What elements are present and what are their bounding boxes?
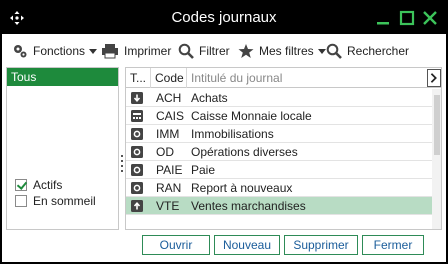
row-label: Opérations diverses (191, 145, 298, 159)
row-code: OD (156, 145, 174, 159)
fonctions-menu[interactable]: Fonctions (12, 41, 98, 61)
gears-icon (14, 45, 27, 58)
table-row[interactable]: RAN Report à nouveaux (126, 179, 432, 197)
checkbox-checked-icon (15, 179, 27, 191)
filter-item-tous[interactable]: Tous (7, 68, 118, 86)
row-label: Paie (191, 163, 216, 177)
column-header-intitule[interactable]: Intitulé du journal (187, 68, 427, 88)
column-header-code[interactable]: Code (151, 68, 187, 88)
chevron-down-icon (89, 48, 98, 54)
chevron-right-icon[interactable] (427, 69, 441, 87)
row-label: Caisse Monnaie locale (191, 109, 312, 123)
minimize-icon[interactable] (375, 10, 391, 26)
imprimer-label: Imprimer (124, 44, 172, 58)
checkbox-unchecked-icon (15, 195, 27, 207)
star-icon (238, 44, 254, 58)
general-journal-icon (131, 128, 143, 140)
sales-arrow-icon (131, 200, 143, 212)
en-sommeil-label: En sommeil (33, 194, 96, 208)
en-sommeil-checkbox[interactable]: En sommeil (15, 193, 96, 209)
table-row[interactable]: OD Opérations diverses (126, 143, 432, 161)
chevron-down-icon (317, 48, 326, 54)
panel-splitter[interactable] (120, 152, 124, 178)
search-icon (178, 43, 194, 59)
filtrer-button[interactable]: Filtrer (178, 41, 230, 61)
scrollbar-thumb[interactable] (434, 95, 440, 155)
window: Codes journaux Fonctions Imprimer Filtre… (0, 0, 448, 264)
table-row[interactable]: ACH Achats (126, 89, 432, 107)
table-row[interactable]: CAIS Caisse Monnaie locale (126, 107, 432, 125)
actifs-label: Actifs (33, 178, 63, 192)
nouveau-button[interactable]: Nouveau (214, 235, 280, 255)
table-row[interactable]: PAIE Paie (126, 161, 432, 179)
table-row-selected[interactable]: VTE Ventes marchandises (126, 197, 432, 215)
fermer-button[interactable]: Fermer (362, 235, 424, 255)
window-frame: Codes journaux Fonctions Imprimer Filtre… (2, 2, 446, 262)
table-row[interactable]: IMM Immobilisations (126, 125, 432, 143)
row-label: Achats (191, 91, 228, 105)
row-label: Report à nouveaux (191, 181, 293, 195)
row-label: Immobilisations (191, 127, 274, 141)
rechercher-button[interactable]: Rechercher (326, 41, 409, 61)
mes-filtres-label: Mes filtres (259, 44, 314, 58)
fonctions-label: Fonctions (33, 44, 86, 58)
filter-panel: Tous Actifs En sommeil (6, 67, 119, 230)
search-icon (326, 43, 342, 59)
vertical-scrollbar[interactable] (432, 89, 441, 229)
row-code: CAIS (156, 109, 185, 123)
purchase-arrow-icon (131, 92, 143, 104)
ouvrir-button[interactable]: Ouvrir (142, 235, 210, 255)
supprimer-button[interactable]: Supprimer (284, 235, 358, 255)
close-icon[interactable] (422, 10, 438, 26)
general-journal-icon (131, 164, 143, 176)
imprimer-button[interactable]: Imprimer (101, 41, 171, 61)
row-code: PAIE (156, 163, 183, 177)
cash-register-icon (131, 110, 143, 122)
maximize-icon[interactable] (399, 10, 415, 26)
grid-header: T... Code Intitulé du journal (126, 68, 441, 88)
general-journal-icon (131, 146, 143, 158)
rechercher-label: Rechercher (347, 44, 410, 58)
printer-icon (102, 44, 118, 59)
row-code: VTE (156, 199, 180, 213)
row-code: RAN (156, 181, 182, 195)
mes-filtres-menu[interactable]: Mes filtres (238, 41, 326, 61)
actifs-checkbox[interactable]: Actifs (15, 177, 62, 193)
toolbar: Fonctions Imprimer Filtrer Mes filtres R… (2, 34, 446, 67)
row-label: Ventes marchandises (191, 199, 306, 213)
row-code: IMM (156, 127, 180, 141)
filtrer-label: Filtrer (199, 44, 230, 58)
title-bar: Codes journaux (2, 2, 446, 34)
general-journal-icon (131, 182, 143, 194)
journal-grid: T... Code Intitulé du journal ACH Achats (125, 67, 442, 230)
row-code: ACH (156, 91, 182, 105)
column-header-type[interactable]: T... (126, 68, 151, 88)
